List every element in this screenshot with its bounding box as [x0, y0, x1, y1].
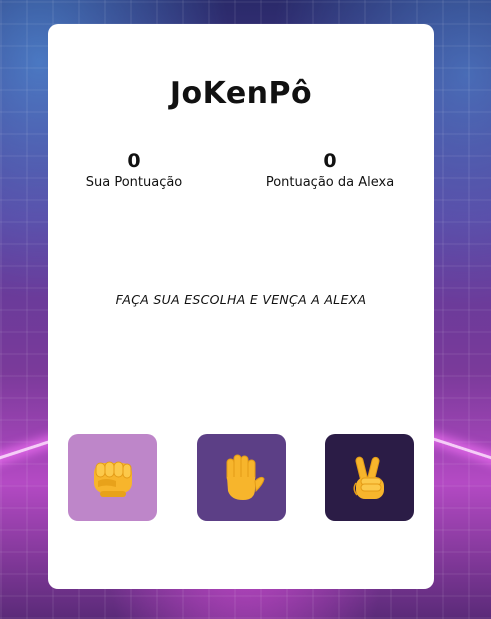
user-score-value: 0 — [127, 150, 141, 172]
result-message: FAÇA SUA ESCOLHA E VENÇA A ALEXA — [115, 292, 367, 307]
user-score-label: Sua Pontuação — [85, 175, 183, 190]
raised-hand-icon — [215, 451, 269, 505]
user-score: 0 Sua Pontuação — [44, 150, 224, 192]
game-card: JoKenPô 0 Sua Pontuação 0 Pontuação da A… — [48, 24, 434, 589]
game-title: JoKenPô — [169, 76, 313, 111]
victory-hand-icon — [343, 451, 397, 505]
fist-icon — [86, 451, 140, 505]
rock-button[interactable] — [68, 434, 157, 521]
alexa-score: 0 Pontuação da Alexa — [240, 150, 420, 192]
alexa-score-value: 0 — [323, 150, 337, 172]
paper-button[interactable] — [197, 434, 286, 521]
scissors-button[interactable] — [325, 434, 414, 521]
alexa-score-label: Pontuação da Alexa — [265, 175, 395, 190]
